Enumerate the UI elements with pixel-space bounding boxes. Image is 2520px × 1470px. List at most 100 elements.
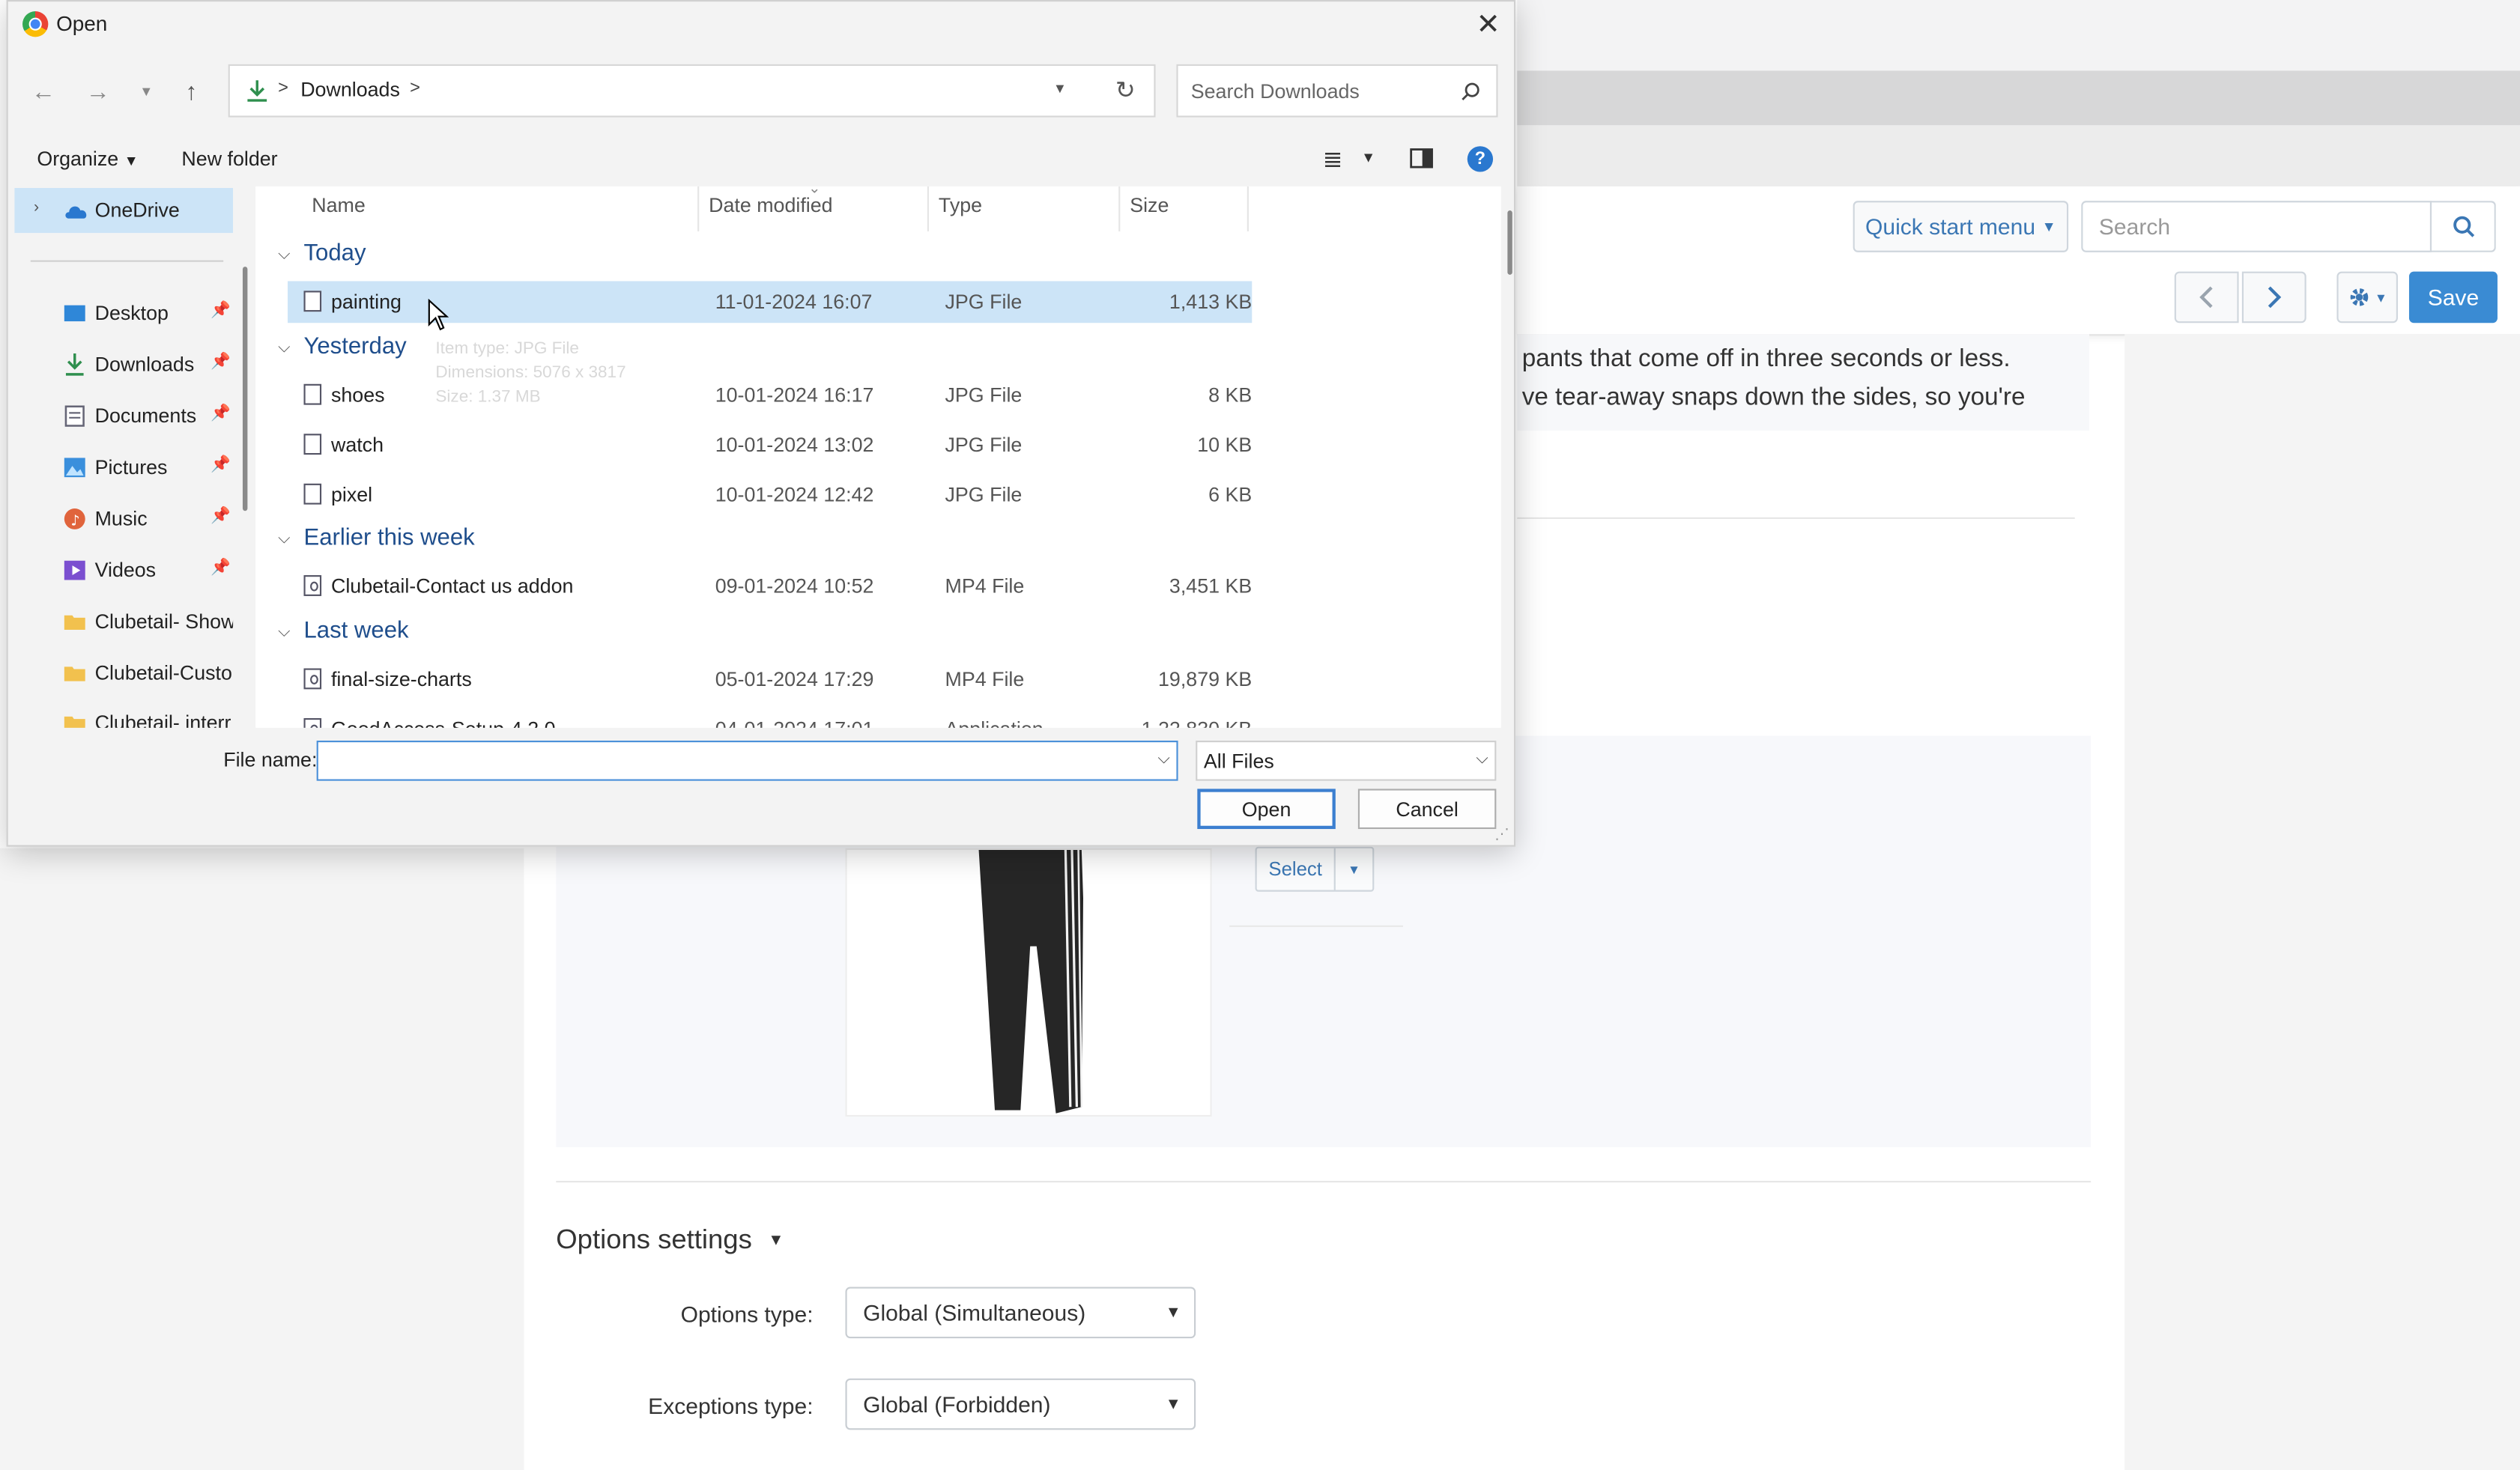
file-date: 10-01-2024 13:02: [715, 434, 874, 457]
breadcrumb-downloads[interactable]: Downloads: [300, 79, 400, 101]
file-type: JPG File: [945, 383, 1023, 407]
select-label: Select: [1257, 848, 1336, 890]
address-history-chevron-icon[interactable]: ▾: [1056, 80, 1064, 98]
description-line: ve tear-away snaps down the sides, so yo…: [1521, 383, 2026, 412]
file-type: MP4 File: [945, 668, 1025, 691]
open-button[interactable]: Open: [1197, 789, 1336, 830]
exceptions-type-label: Exceptions type:: [648, 1393, 814, 1419]
file-type-filter-value: All Files: [1203, 750, 1274, 773]
file-name: final-size-charts: [330, 668, 472, 691]
preview-pane-icon[interactable]: [1410, 148, 1434, 168]
nav-item-label: Clubetail- interr: [94, 711, 231, 728]
file-date: 11-01-2024 16:07: [715, 291, 873, 314]
pin-icon: 📌: [210, 507, 231, 526]
chrome-icon: [22, 11, 49, 37]
file-date: 10-01-2024 12:42: [715, 483, 874, 506]
group-header-today[interactable]: ⌵ Today: [278, 241, 366, 267]
background-header-bar: [1517, 70, 2520, 126]
file-row[interactable]: GoodAccess-Setup-4.2.0 04-01-2024 17:01 …: [288, 708, 1252, 728]
background-search-placeholder: Search: [2098, 213, 2171, 240]
refresh-icon[interactable]: ↻: [1115, 76, 1136, 104]
file-size: 1,413 KB: [1169, 291, 1253, 314]
file-name-input[interactable]: ⌵: [316, 741, 1178, 781]
exceptions-type-select[interactable]: Global (Forbidden) ▼: [845, 1378, 1196, 1430]
close-icon[interactable]: ✕: [1469, 4, 1507, 43]
chevron-down-icon: ⌵: [278, 245, 291, 263]
save-label: Save: [2427, 284, 2480, 311]
chevron-right-icon[interactable]: ›: [34, 199, 39, 217]
quick-start-label: Quick start menu: [1865, 213, 2036, 240]
file-type-filter[interactable]: All Files ⌵: [1196, 741, 1497, 781]
file-list-scrollbar[interactable]: [1507, 210, 1512, 275]
settings-dropdown-button[interactable]: ▼: [2336, 271, 2398, 324]
application-file-icon: [303, 717, 322, 728]
file-row[interactable]: final-size-charts 05-01-2024 17:29 MP4 F…: [288, 659, 1252, 701]
help-icon[interactable]: ?: [1467, 146, 1494, 172]
dialog-navbar: ← → ▾ ↑ > Downloads > ▾ ↻ Search Downloa…: [8, 63, 1514, 121]
file-row[interactable]: shoes 10-01-2024 16:17 JPG File 8 KB: [288, 374, 1252, 416]
breadcrumb-separator: >: [278, 79, 288, 98]
page-margin-left: [0, 848, 524, 1470]
open-label: Open: [1241, 798, 1291, 821]
file-type: MP4 File: [945, 575, 1025, 598]
group-header-last-week[interactable]: ⌵ Last week: [278, 619, 408, 644]
image-file-icon: [303, 291, 322, 312]
chevron-down-icon[interactable]: ⌵: [1158, 750, 1170, 768]
up-arrow-icon[interactable]: ↑: [175, 76, 208, 108]
back-arrow-icon[interactable]: ←: [27, 76, 59, 108]
file-row[interactable]: pixel 10-01-2024 12:42 JPG File 6 KB: [288, 474, 1252, 516]
search-downloads-input[interactable]: Search Downloads: [1176, 64, 1498, 118]
group-header-earlier-this-week[interactable]: ⌵ Earlier this week: [278, 526, 475, 551]
open-file-dialog: Open ✕ ← → ▾ ↑ > Downloads > ▾ ↻ Search …: [6, 0, 1516, 847]
videos-icon: [64, 560, 85, 580]
nav-item-folder[interactable]: Clubetail-Custo: [14, 651, 233, 696]
file-type: JPG File: [945, 434, 1023, 457]
options-type-select[interactable]: Global (Simultaneous) ▼: [845, 1287, 1196, 1339]
column-header-date[interactable]: Date modified: [709, 195, 832, 217]
recent-locations-chevron-icon[interactable]: ▾: [130, 76, 163, 108]
nav-item-label: Music: [94, 507, 148, 530]
file-date: 10-01-2024 16:17: [715, 383, 874, 407]
group-header-yesterday[interactable]: ⌵ Yesterday: [278, 334, 407, 359]
next-button[interactable]: [2241, 271, 2307, 324]
new-folder-button[interactable]: New folder: [181, 148, 277, 170]
nav-item-folder[interactable]: Clubetail- interr: [14, 700, 233, 728]
image-select-button[interactable]: Select ▼: [1255, 846, 1375, 892]
file-row[interactable]: watch 10-01-2024 13:02 JPG File 10 KB: [288, 424, 1252, 466]
nav-item-videos[interactable]: Videos 📌: [14, 548, 233, 593]
cancel-button[interactable]: Cancel: [1357, 789, 1497, 830]
view-options-icon[interactable]: ≣: [1323, 145, 1343, 173]
nav-item-downloads[interactable]: Downloads 📌: [14, 342, 233, 387]
resize-grip-icon[interactable]: ⋰: [1494, 826, 1509, 844]
group-label: Last week: [303, 618, 409, 645]
address-bar[interactable]: > Downloads > ▾ ↻: [228, 64, 1156, 118]
product-description[interactable]: pants that come off in three seconds or …: [1517, 334, 2090, 431]
nav-item-onedrive[interactable]: › OneDrive: [14, 188, 234, 234]
search-button[interactable]: [2431, 201, 2496, 252]
nav-item-label: Pictures: [94, 456, 168, 479]
nav-item-desktop[interactable]: Desktop 📌: [14, 291, 233, 335]
column-header-name[interactable]: Name: [312, 195, 366, 217]
organize-menu[interactable]: Organize ▼: [37, 148, 138, 170]
nav-item-documents[interactable]: Documents 📌: [14, 394, 233, 439]
nav-item-pictures[interactable]: Pictures 📌: [14, 445, 233, 490]
column-header-type[interactable]: Type: [939, 195, 982, 217]
nav-item-music[interactable]: ♪ Music 📌: [14, 496, 233, 541]
background-search-input[interactable]: Search: [2081, 201, 2432, 252]
nav-item-folder[interactable]: Clubetail- Show: [14, 599, 233, 644]
nav-item-label: Documents: [94, 404, 197, 428]
column-header-size[interactable]: Size: [1130, 195, 1169, 217]
forward-arrow-icon[interactable]: →: [82, 76, 114, 108]
file-name: shoes: [330, 383, 385, 407]
caret-down-icon[interactable]: ▼: [1336, 848, 1372, 890]
previous-button[interactable]: [2174, 271, 2239, 324]
file-size: 1,22,830 KB: [1124, 718, 1253, 728]
save-button[interactable]: Save: [2408, 271, 2498, 324]
product-image: [845, 848, 1212, 1117]
quick-start-menu-button[interactable]: Quick start menu ▼: [1853, 201, 2069, 252]
options-settings-toggle[interactable]: Options settings ▼: [556, 1224, 784, 1257]
caret-down-icon[interactable]: ▼: [1361, 150, 1375, 165]
nav-pane-scrollbar[interactable]: [242, 267, 248, 511]
file-row[interactable]: Clubetail-Contact us addon 09-01-2024 10…: [288, 565, 1252, 607]
gear-icon: [2349, 288, 2368, 306]
